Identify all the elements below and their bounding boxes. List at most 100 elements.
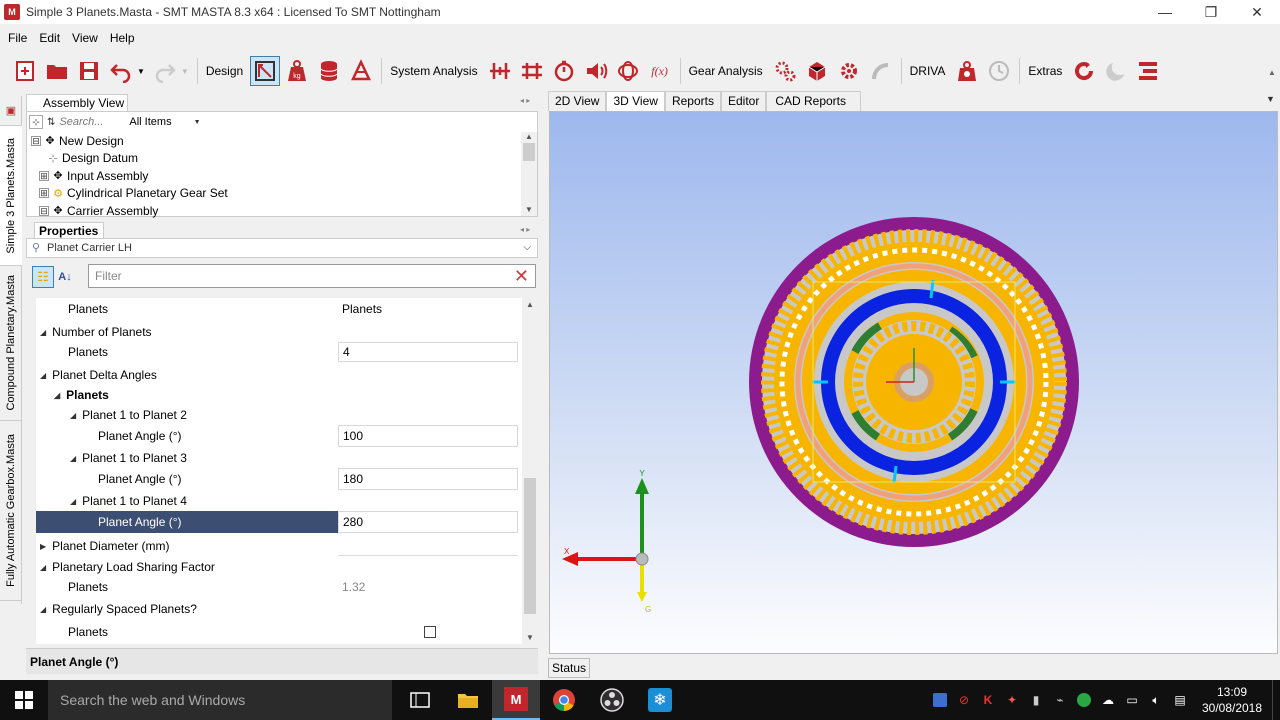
refresh-button[interactable] [1069,56,1099,86]
gear-mesh-button[interactable] [802,56,832,86]
show-desktop-button[interactable] [1272,680,1280,720]
assembly-filter-select[interactable]: All Items [129,116,171,128]
collapse-icon[interactable]: ⊟ [31,135,41,146]
toolbar-scroll-up-icon[interactable]: ▲ [1268,68,1280,88]
menu-edit[interactable]: Edit [31,31,64,45]
tab-2d-view[interactable]: 2D View [548,91,607,111]
tab-reports[interactable]: Reports [664,91,721,111]
collapse-arrow-icon[interactable]: ◢ [54,391,60,400]
obs-button[interactable] [588,680,636,720]
minimize-button[interactable]: — [1142,0,1188,24]
scroll-down-icon[interactable]: ▼ [522,633,538,642]
duty-cycle-button[interactable] [549,56,579,86]
tray-network-monitor-icon[interactable]: ⊘ [952,680,976,720]
chevron-down-icon[interactable]: ▼ [194,119,201,126]
tray-tool-icon[interactable]: ✦ [1000,680,1024,720]
row-regularly-spaced-planets[interactable]: Planets [36,621,522,643]
row-delta-angles[interactable]: ◢ Planet Delta Angles [36,365,522,385]
collapse-arrow-icon[interactable]: ◢ [70,454,76,463]
properties-object-select[interactable]: ⚲ Planet Carrier LH ⌵ [26,238,538,258]
tree-item-planetary-gear-set[interactable]: ⊞ ⚙ Cylindrical Planetary Gear Set [31,185,521,203]
row-load-sharing[interactable]: ◢ Planetary Load Sharing Factor [36,557,522,577]
tray-k-icon[interactable]: K [976,680,1000,720]
row-p1-p2-angle[interactable]: Planet Angle (°) 100 [36,425,522,447]
row-p1-p3[interactable]: ◢ Planet 1 to Planet 3 [36,448,522,468]
collapse-arrow-icon[interactable]: ◢ [40,563,46,572]
tray-app-icon[interactable] [928,680,952,720]
expand-arrow-icon[interactable]: ▶ [40,542,46,551]
snowflake-app-button[interactable]: ❄ [636,680,684,720]
tray-lock-icon[interactable]: ▮ [1024,680,1048,720]
undo-dropdown-icon[interactable]: ▼ [137,67,145,76]
planet-angle-input[interactable]: 100 [338,425,518,447]
material-button[interactable] [346,56,376,86]
notification-icon[interactable]: ▤ [1168,680,1192,720]
scroll-up-icon[interactable]: ▲ [522,300,538,309]
scroll-down-icon[interactable]: ▼ [521,205,537,214]
start-button[interactable] [0,680,48,720]
tree-item-design-datum[interactable]: ⊹ Design Datum [31,150,521,168]
chevron-down-icon[interactable]: ⌵ [523,239,531,257]
scroll-thumb[interactable] [524,478,536,614]
collapse-arrow-icon[interactable]: ◢ [40,605,46,614]
open-button[interactable] [42,56,72,86]
assembly-view-tab[interactable]: Assembly View [26,94,128,112]
properties-tab[interactable]: Properties [34,222,104,239]
scroll-thumb[interactable] [523,143,535,161]
panel-nav-icon[interactable]: ◂ ▸ [520,225,530,234]
tab-cad-reports[interactable]: CAD Reports [766,91,862,111]
collapse-arrow-icon[interactable]: ◢ [40,371,46,380]
doc-tab-compound[interactable]: Compound Planetary.Masta [0,266,22,421]
status-button[interactable]: Status [548,658,590,678]
masta-taskbar-button[interactable]: M [492,680,540,720]
modal-button[interactable] [613,56,643,86]
row-planets-count[interactable]: Planets 4 [36,342,522,362]
row-p1-p4-angle[interactable]: Planet Angle (°) 280 [36,511,522,533]
menu-file[interactable]: File [0,31,31,45]
doc-tab-fully-automatic[interactable]: Fully Automatic Gearbox.Masta [0,421,22,601]
doc-tab-simple[interactable]: Simple 3 Planets.Masta [0,126,22,266]
row-regularly-spaced[interactable]: ◢ Regularly Spaced Planets? [36,599,522,619]
row-delta-planets[interactable]: ◢ Planets [36,385,522,405]
driva-timer-button[interactable] [984,56,1014,86]
row-p1-p2[interactable]: ◢ Planet 1 to Planet 2 [36,405,522,425]
collapse-arrow-icon[interactable]: ◢ [40,328,46,337]
categorized-view-icon[interactable]: ☷ [32,266,54,288]
collapse-arrow-icon[interactable]: ◢ [70,411,76,420]
assembly-scrollbar[interactable]: ▲ ▼ [521,132,537,216]
restore-button[interactable]: ❐ [1188,0,1234,24]
planet-angle-input[interactable]: 180 [338,468,518,490]
scroll-up-icon[interactable]: ▲ [521,132,537,141]
regularly-spaced-checkbox[interactable] [424,626,436,638]
doc-tab-icon[interactable]: ▣ [0,96,22,126]
sort-icon[interactable]: ⇅ [47,117,55,128]
sort-alphabetical-icon[interactable]: A↓ [54,266,76,288]
nvh-button[interactable] [581,56,611,86]
assembly-search-input[interactable]: Search... [59,116,125,128]
row-p1-p3-angle[interactable]: Planet Angle (°) 180 [36,468,522,490]
new-file-button[interactable] [10,56,40,86]
gear-rating-button[interactable] [770,56,800,86]
row-load-sharing-planets[interactable]: Planets 1.32 [36,577,522,597]
property-grid-scrollbar[interactable]: ▲ ▼ [522,298,538,644]
bearing-analysis-button[interactable] [517,56,547,86]
file-explorer-button[interactable] [444,680,492,720]
driva-button[interactable] [952,56,982,86]
planet-angle-input[interactable]: 280 [338,511,518,533]
design-mode-button[interactable] [250,56,281,86]
tray-display-icon[interactable]: ▭ [1120,680,1144,720]
taskbar-clock[interactable]: 13:09 30/08/2018 [1192,684,1272,716]
collapse-arrow-icon[interactable]: ◢ [70,497,76,506]
gear-micro-button[interactable] [866,56,896,86]
function-button[interactable]: f(x) [645,56,675,86]
row-number-of-planets[interactable]: ◢ Number of Planets [36,322,522,342]
menu-help[interactable]: Help [102,31,139,45]
redo-dropdown-icon[interactable]: ▼ [181,67,189,76]
undo-button[interactable] [106,56,136,86]
mass-button[interactable]: kg [282,56,312,86]
3d-viewport[interactable]: Y X G [549,111,1278,654]
expand-all-icon[interactable]: ⊹ [29,115,43,129]
chrome-button[interactable] [540,680,588,720]
moon-button[interactable] [1101,56,1131,86]
expand-icon[interactable]: ⊞ [39,170,49,181]
